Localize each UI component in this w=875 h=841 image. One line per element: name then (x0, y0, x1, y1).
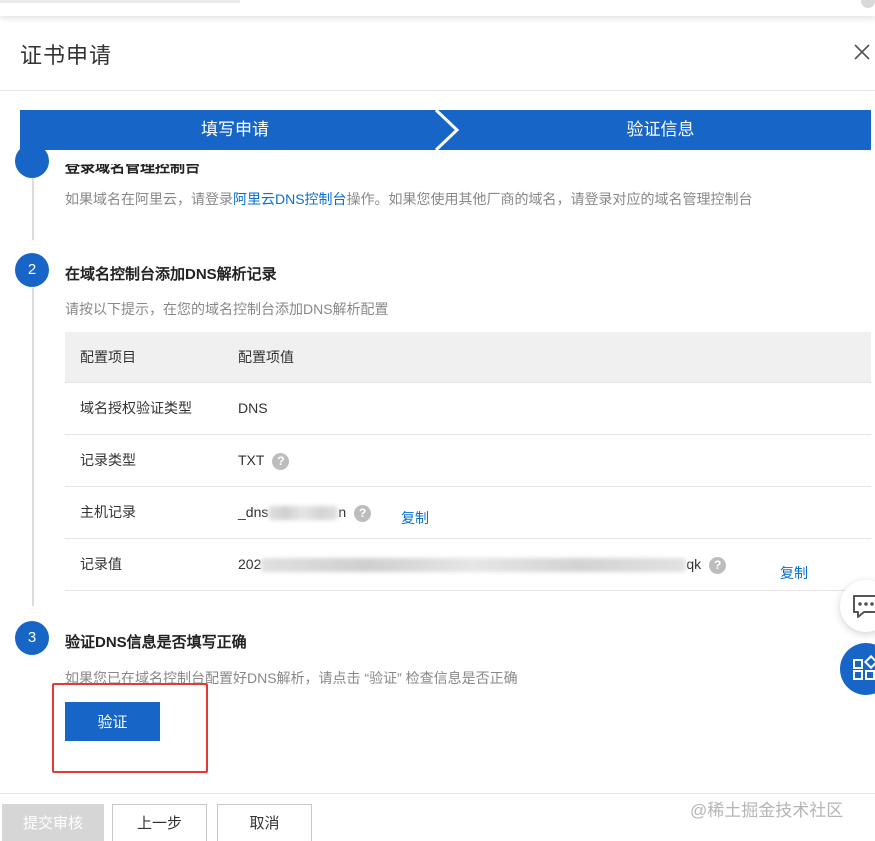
table-row: 记录类型 TXT? (65, 435, 871, 487)
background-dot (861, 0, 875, 8)
aliyun-dns-console-link[interactable]: 阿里云DNS控制台 (233, 191, 347, 207)
submit-review-button[interactable]: 提交审核 (2, 804, 104, 841)
section-1-desc: 如果域名在阿里云，请登录阿里云DNS控制台操作。如果您使用其他厂商的域名，请登录… (65, 189, 753, 209)
apps-grid-icon (853, 654, 875, 680)
table-header-value: 配置项值 (238, 349, 294, 365)
close-button[interactable] (850, 40, 874, 64)
row-value: 202 qk? (238, 539, 727, 590)
footer-divider (0, 793, 875, 794)
watermark: @稀土掘金技术社区 (690, 801, 844, 820)
background-bar (0, 0, 240, 3)
row-key: 记录值 (80, 556, 122, 572)
help-circle-icon[interactable]: ? (709, 556, 727, 574)
host-record-value-start: _dns (238, 504, 269, 520)
steps-bar: 填写申请 验证信息 (20, 110, 871, 150)
step-verify-info: 验证信息 (626, 120, 695, 139)
row-value: DNS (238, 400, 268, 416)
table-row: 记录值 202 qk? 复制 (65, 539, 871, 591)
row-value: TXT? (238, 435, 290, 486)
copy-record-value-link[interactable]: 复制 (780, 563, 808, 583)
table-header-item: 配置项目 (80, 349, 136, 365)
copy-host-record-link[interactable]: 复制 (401, 508, 429, 528)
record-value-end: qk (686, 556, 702, 572)
step-1-circle (15, 144, 49, 178)
record-type-value: TXT (238, 452, 265, 468)
previous-step-button[interactable]: 上一步 (112, 804, 207, 841)
section-2-desc: 请按以下提示，在您的域名控制台添加DNS解析配置 (65, 301, 389, 317)
row-key: 域名授权验证类型 (80, 400, 192, 416)
section-2-title: 在域名控制台添加DNS解析记录 (65, 266, 277, 283)
row-key: 主机记录 (80, 504, 136, 520)
header-divider (0, 90, 875, 91)
apps-float-button[interactable] (840, 643, 875, 695)
chat-float-button[interactable] (840, 580, 875, 632)
section-3-title: 验证DNS信息是否填写正确 (65, 634, 247, 651)
close-icon[interactable] (850, 40, 874, 64)
row-key: 记录类型 (80, 452, 136, 468)
highlight-box (52, 683, 208, 773)
section-1-title: 登录域名管理控制台 (65, 159, 201, 176)
screen: 证书申请 填写申请 验证信息 登录域名管理控制台 如果域名在阿里云，请登录阿里云… (0, 0, 875, 841)
step-2-circle: 2 (15, 253, 49, 287)
table-row: 主机记录 _dns n? 复制 (65, 487, 871, 539)
dns-config-table: 配置项目 配置项值 域名授权验证类型 DNS 记录类型 TXT? 主机记录 _d… (65, 332, 871, 591)
blurred-value (268, 506, 339, 521)
step-fill-application: 填写申请 (201, 120, 269, 139)
table-row: 域名授权验证类型 DNS (65, 383, 871, 435)
cancel-button[interactable]: 取消 (217, 804, 312, 841)
host-record-value-end: n (338, 504, 347, 520)
row-value: _dns n? (238, 487, 372, 538)
chat-icon (853, 595, 875, 618)
background-page-strip (0, 0, 875, 16)
help-circle-icon[interactable]: ? (272, 452, 290, 470)
blurred-value (261, 558, 687, 573)
help-circle-icon[interactable]: ? (354, 504, 372, 522)
step-3-circle: 3 (15, 621, 49, 655)
record-value-start: 202 (238, 556, 262, 572)
table-header-row: 配置项目 配置项值 (65, 332, 871, 383)
timeline-line-2 (32, 288, 34, 606)
dialog-title: 证书申请 (20, 43, 113, 68)
section-1-desc-suffix: 操作。如果您使用其他厂商的域名，请登录对应的域名管理控制台 (346, 191, 753, 207)
section-1-desc-prefix: 如果域名在阿里云，请登录 (65, 191, 233, 207)
